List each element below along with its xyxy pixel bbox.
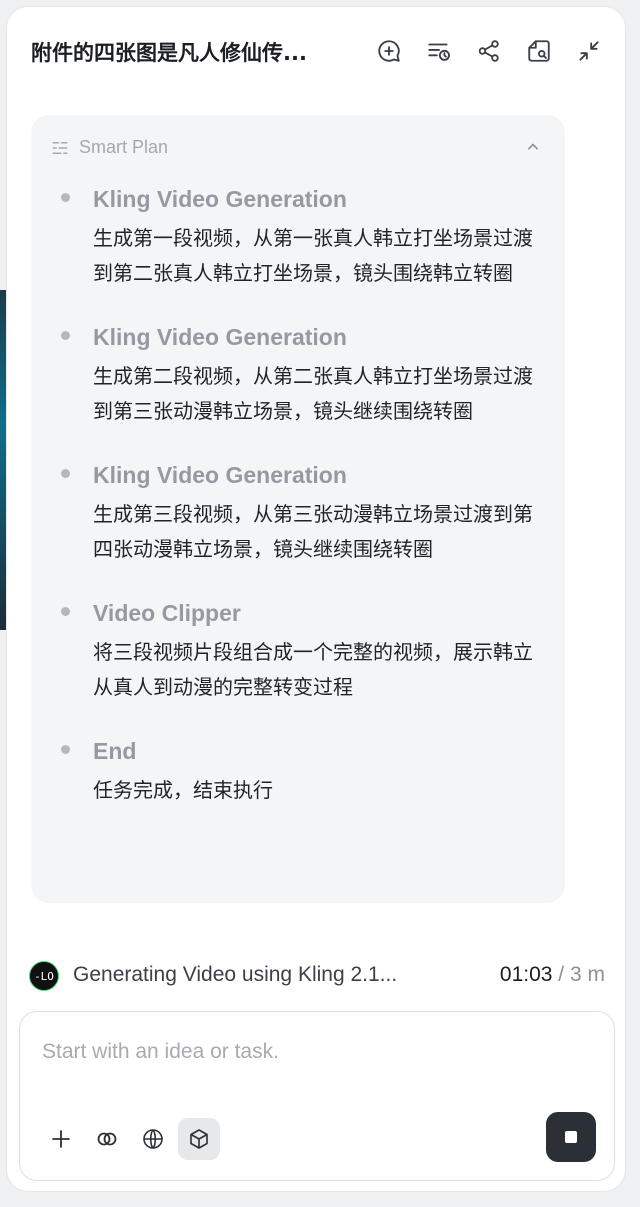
plan-steps: Kling Video Generation 生成第一段视频，从第一张真人韩立打… bbox=[31, 183, 565, 838]
step-bullet bbox=[61, 193, 70, 202]
message-composer bbox=[19, 1011, 615, 1181]
chevron-up-icon[interactable] bbox=[523, 137, 543, 157]
history-icon[interactable] bbox=[425, 37, 453, 65]
page-title: 附件的四张图是凡人修仙传... bbox=[31, 41, 307, 65]
total-time: 3 m bbox=[569, 963, 605, 986]
web-search-button[interactable] bbox=[132, 1118, 174, 1160]
plus-icon bbox=[52, 1130, 70, 1148]
step-description: 将三段视频片段组合成一个完整的视频，展示韩立从真人到动漫的完整转变过程 bbox=[93, 640, 533, 699]
composer-tools bbox=[40, 1118, 220, 1160]
step-bullet bbox=[61, 469, 70, 478]
chat-panel: 附件的四张图是凡人修仙传... Smart Plan Kling Video G… bbox=[6, 6, 626, 1192]
step-bullet bbox=[61, 745, 70, 754]
step-bullet bbox=[61, 607, 70, 616]
step-title: Kling Video Generation bbox=[93, 462, 347, 488]
timer-separator: / bbox=[558, 963, 565, 986]
step-title: Kling Video Generation bbox=[93, 186, 347, 212]
globe-icon bbox=[143, 1129, 163, 1149]
step-title: Video Clipper bbox=[93, 600, 241, 626]
step-description: 生成第三段视频，从第三张动漫韩立场景过渡到第四张动漫韩立场景，镜头继续围绕转圈 bbox=[93, 502, 533, 561]
add-attachment-button[interactable] bbox=[40, 1118, 82, 1160]
elapsed-time: 01:03 bbox=[499, 963, 553, 986]
3d-model-button[interactable] bbox=[178, 1118, 220, 1160]
header-actions bbox=[375, 37, 603, 65]
panel-header: 附件的四张图是凡人修仙传... bbox=[7, 7, 625, 99]
step-title: End bbox=[93, 738, 137, 764]
link-circles-icon bbox=[97, 1132, 117, 1146]
step-description: 生成第一段视频，从第一张真人韩立打坐场景过渡到第二张真人韩立打坐场景，镜头围绕韩… bbox=[93, 226, 533, 285]
smart-plan-label: Smart Plan bbox=[79, 137, 169, 157]
prompt-input[interactable] bbox=[40, 1034, 584, 1070]
collapse-icon[interactable] bbox=[575, 37, 603, 65]
smart-plan-card: Smart Plan Kling Video Generation 生成第一段视… bbox=[31, 115, 565, 903]
step-description: 生成第二段视频，从第二张真人韩立打坐场景过渡到第三张动漫韩立场景，镜头继续围绕转… bbox=[93, 364, 533, 423]
step-description: 任务完成，结束执行 bbox=[93, 778, 273, 802]
generation-status-text: Generating Video using Kling 2.1... bbox=[73, 963, 398, 986]
step-bullet bbox=[61, 331, 70, 340]
generation-timer: 01:03 / 3 m bbox=[500, 963, 605, 987]
plan-step: Kling Video Generation 生成第一段视频，从第一张真人韩立打… bbox=[31, 183, 565, 291]
files-icon[interactable] bbox=[525, 37, 553, 65]
plan-step: Video Clipper 将三段视频片段组合成一个完整的视频，展示韩立从真人到… bbox=[31, 597, 565, 705]
agent-avatar: -LO bbox=[29, 961, 59, 991]
new-chat-icon[interactable] bbox=[375, 37, 403, 65]
plan-step: End 任务完成，结束执行 bbox=[31, 735, 565, 808]
stop-button[interactable] bbox=[546, 1112, 596, 1162]
cube-icon bbox=[190, 1129, 208, 1149]
plan-step: Kling Video Generation 生成第二段视频，从第二张真人韩立打… bbox=[31, 321, 565, 429]
connectors-button[interactable] bbox=[86, 1118, 128, 1160]
stop-icon bbox=[565, 1131, 577, 1143]
step-title: Kling Video Generation bbox=[93, 324, 347, 350]
plan-icon bbox=[52, 141, 68, 154]
share-icon[interactable] bbox=[475, 37, 503, 65]
smart-plan-header: Smart Plan bbox=[51, 137, 168, 158]
generation-status: -LO Generating Video using Kling 2.1... … bbox=[29, 959, 605, 993]
plan-step: Kling Video Generation 生成第三段视频，从第三张动漫韩立场… bbox=[31, 459, 565, 567]
